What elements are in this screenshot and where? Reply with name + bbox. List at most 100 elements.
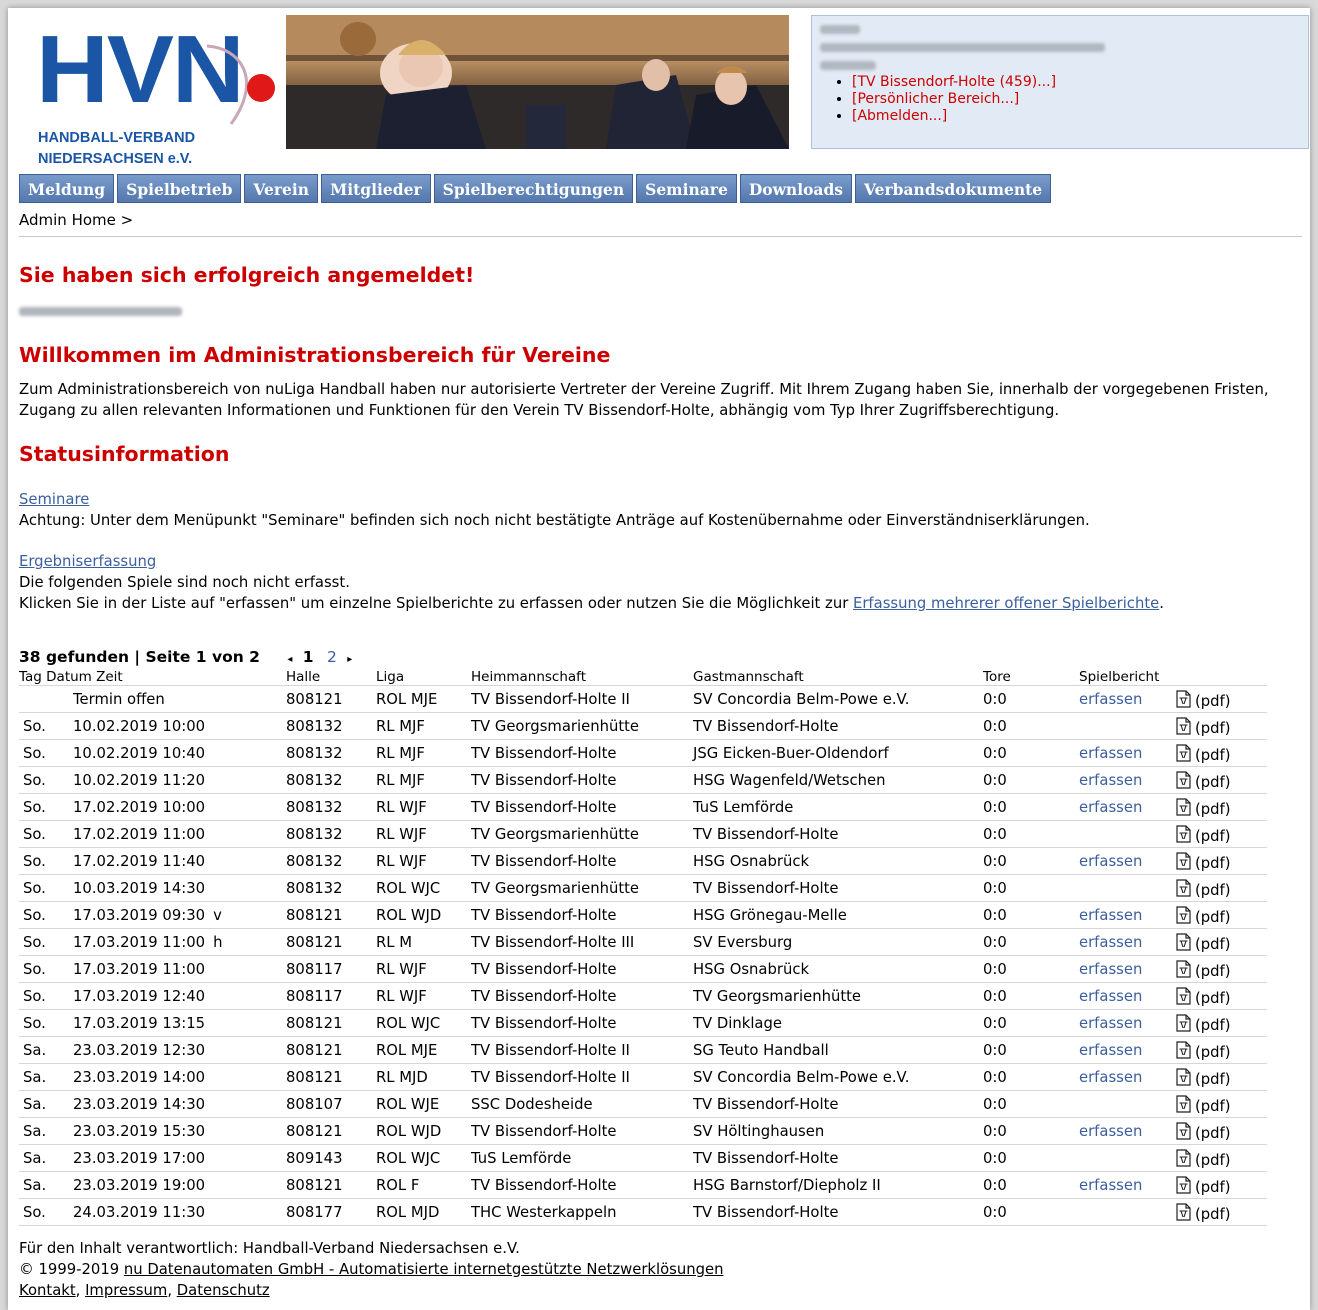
cell-heim: TV Bissendorf-Holte II: [471, 1063, 693, 1091]
erfassen-link[interactable]: erfassen: [1079, 772, 1142, 789]
personal-area-link[interactable]: [Persönlicher Bereich...]: [852, 91, 1019, 107]
nav-spielbetrieb[interactable]: Spielbetrieb: [117, 174, 242, 203]
pdf-link[interactable]: (pdf): [1175, 825, 1231, 847]
cell-datum: 17.03.2019 09:30 v: [73, 901, 286, 929]
pdf-link[interactable]: (pdf): [1175, 771, 1231, 793]
cell-tore: 0:0: [983, 1009, 1079, 1037]
logout-link[interactable]: [Abmelden...]: [852, 108, 947, 124]
cell-tag: So.: [19, 766, 73, 794]
cell-halle: 808117: [286, 955, 376, 983]
pdf-label: (pdf): [1195, 908, 1231, 926]
prev-page-icon[interactable]: ◂: [287, 654, 292, 665]
pdf-icon: [1175, 744, 1192, 766]
pdf-link[interactable]: (pdf): [1175, 1122, 1231, 1144]
erfassen-link[interactable]: erfassen: [1079, 1042, 1142, 1059]
nav-spielberechtigungen[interactable]: Spielberechtigungen: [433, 174, 634, 203]
pdf-link[interactable]: (pdf): [1175, 987, 1231, 1009]
erfassen-link[interactable]: erfassen: [1079, 907, 1142, 924]
cell-gast: JSG Eicken-Buer-Oldendorf: [693, 739, 983, 767]
impressum-link[interactable]: Impressum: [85, 1282, 167, 1299]
erfassen-link[interactable]: erfassen: [1079, 745, 1142, 762]
pdf-label: (pdf): [1195, 746, 1231, 764]
cell-pdf: (pdf): [1175, 1036, 1267, 1064]
nav-verein[interactable]: Verein: [244, 174, 319, 203]
cell-tag: Sa.: [19, 1171, 73, 1199]
logo-subtitle-line1: HANDBALL-VERBAND: [38, 130, 196, 146]
breadcrumb[interactable]: Admin Home >: [19, 211, 133, 229]
blurred-user-info: [820, 43, 1105, 52]
cell-datum: 10.02.2019 10:40: [73, 739, 286, 767]
next-page-icon[interactable]: ▸: [347, 654, 352, 665]
cell-pdf: (pdf): [1175, 793, 1267, 821]
nav-downloads[interactable]: Downloads: [739, 174, 853, 203]
hvn-logo[interactable]: HVN HANDBALL-VERBAND NIEDERSACHSEN e.V.: [36, 22, 276, 172]
pdf-label: (pdf): [1195, 1043, 1231, 1061]
seminare-link[interactable]: Seminare: [19, 491, 89, 508]
mehrere-spielberichte-link[interactable]: Erfassung mehrerer offener Spielberichte: [853, 595, 1159, 612]
pdf-link[interactable]: (pdf): [1175, 798, 1231, 820]
cell-tore: 0:0: [983, 1036, 1079, 1064]
pdf-link[interactable]: (pdf): [1175, 1203, 1231, 1225]
pdf-link[interactable]: (pdf): [1175, 906, 1231, 928]
nav-mitglieder[interactable]: Mitglieder: [321, 174, 431, 203]
erfassen-link[interactable]: erfassen: [1079, 1177, 1142, 1194]
col-spielbericht: Spielbericht: [1079, 669, 1160, 685]
cell-tore: 0:0: [983, 1144, 1079, 1172]
cell-pdf: (pdf): [1175, 1117, 1267, 1145]
erfassen-link[interactable]: erfassen: [1079, 934, 1142, 951]
pdf-link[interactable]: (pdf): [1175, 852, 1231, 874]
nu-datenautomaten-link[interactable]: nu Datenautomaten GmbH - Automatisierte …: [124, 1261, 724, 1278]
table-header-row: Tag Datum Zeit Halle Liga Heimmannschaft…: [19, 669, 1267, 686]
page-2-link[interactable]: 2: [327, 648, 337, 666]
cell-spielbericht: [1079, 820, 1175, 848]
pdf-icon: [1175, 1095, 1192, 1117]
erfassen-link[interactable]: erfassen: [1079, 799, 1142, 816]
pdf-icon: [1175, 1068, 1192, 1090]
cell-pdf: (pdf): [1175, 1063, 1267, 1091]
cell-tag: So.: [19, 901, 73, 929]
cell-spielbericht: erfassen: [1079, 685, 1175, 713]
nav-seminare[interactable]: Seminare: [636, 174, 737, 203]
cell-tore: 0:0: [983, 901, 1079, 929]
datum-text: 10.02.2019 10:00: [73, 717, 206, 735]
pdf-label: (pdf): [1195, 1097, 1231, 1115]
pdf-label: (pdf): [1195, 1016, 1231, 1034]
club-link[interactable]: [TV Bissendorf-Holte (459)...]: [852, 74, 1056, 90]
pdf-link[interactable]: (pdf): [1175, 933, 1231, 955]
nav-meldung[interactable]: Meldung: [19, 174, 115, 203]
erfassen-link[interactable]: erfassen: [1079, 961, 1142, 978]
cell-spielbericht: erfassen: [1079, 1117, 1175, 1145]
cell-liga: ROL MJD: [376, 1198, 471, 1226]
datenschutz-link[interactable]: Datenschutz: [177, 1282, 270, 1299]
pdf-link[interactable]: (pdf): [1175, 1095, 1231, 1117]
kontakt-link[interactable]: Kontakt: [19, 1282, 76, 1299]
cell-tore: 0:0: [983, 928, 1079, 956]
pdf-link[interactable]: (pdf): [1175, 690, 1231, 712]
pdf-link[interactable]: (pdf): [1175, 1041, 1231, 1063]
pdf-link[interactable]: (pdf): [1175, 717, 1231, 739]
col-gast: Gastmannschaft: [693, 669, 804, 685]
pdf-link[interactable]: (pdf): [1175, 1068, 1231, 1090]
pdf-link[interactable]: (pdf): [1175, 960, 1231, 982]
cell-spielbericht: [1079, 874, 1175, 902]
cell-heim: TV Bissendorf-Holte: [471, 982, 693, 1010]
pdf-link[interactable]: (pdf): [1175, 1014, 1231, 1036]
pdf-link[interactable]: (pdf): [1175, 879, 1231, 901]
erfassen-link[interactable]: erfassen: [1079, 1123, 1142, 1140]
pdf-link[interactable]: (pdf): [1175, 744, 1231, 766]
pdf-link[interactable]: (pdf): [1175, 1176, 1231, 1198]
ergebniserfassung-link[interactable]: Ergebniserfassung: [19, 553, 156, 570]
erfassen-link[interactable]: erfassen: [1079, 988, 1142, 1005]
erfassen-link[interactable]: erfassen: [1079, 1015, 1142, 1032]
cell-liga: ROL MJE: [376, 1036, 471, 1064]
cell-liga: RL WJF: [376, 955, 471, 983]
erfassen-link[interactable]: erfassen: [1079, 853, 1142, 870]
erfassen-link[interactable]: erfassen: [1079, 1069, 1142, 1086]
user-menu: [TV Bissendorf-Holte (459)...] [Persönli…: [834, 74, 1056, 125]
pdf-link[interactable]: (pdf): [1175, 1149, 1231, 1171]
erfassen-link[interactable]: erfassen: [1079, 691, 1142, 708]
nav-verbandsdokumente[interactable]: Verbandsdokumente: [855, 174, 1052, 203]
datum-text: 17.03.2019 11:00: [73, 933, 206, 951]
cell-tore: 0:0: [983, 1117, 1079, 1145]
current-page: 1: [302, 648, 314, 666]
